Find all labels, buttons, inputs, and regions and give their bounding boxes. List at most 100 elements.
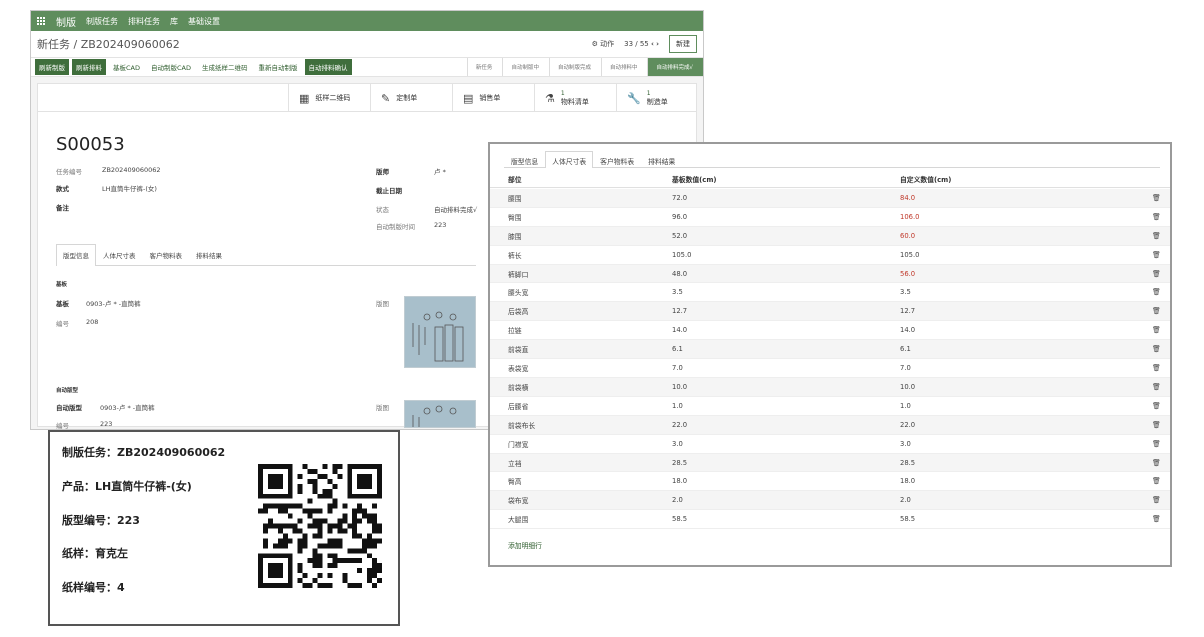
nav-library[interactable]: 库: [170, 16, 178, 27]
sales-order-button[interactable]: ▤ 销售单: [452, 84, 534, 112]
table-row[interactable]: 臀高 18.0 18.0 🗑: [490, 473, 1170, 492]
custom-value-cell[interactable]: 12.7: [900, 307, 915, 315]
tab-body-size[interactable]: 人体尺寸表: [96, 244, 143, 265]
custom-value-cell[interactable]: 58.5: [900, 515, 915, 523]
base-pattern-image[interactable]: [404, 296, 476, 368]
table-row[interactable]: 拉链 14.0 14.0 🗑: [490, 321, 1170, 341]
trash-icon[interactable]: 🗑: [1152, 459, 1161, 467]
table-row[interactable]: 膝围 52.0 60.0 🗑: [490, 226, 1170, 246]
custom-value-cell[interactable]: 1.0: [900, 402, 911, 410]
custom-value-cell[interactable]: 56.0: [900, 270, 915, 278]
trash-icon[interactable]: 🗑: [1152, 496, 1161, 504]
table-row[interactable]: 后腰省 1.0 1.0 🗑: [490, 397, 1170, 416]
custom-value-cell[interactable]: 84.0: [900, 194, 915, 202]
confirm-layout-button[interactable]: 自动排料确认: [304, 59, 352, 75]
custom-value-cell[interactable]: 60.0: [900, 232, 915, 240]
table-row[interactable]: 立裆 28.5 28.5 🗑: [490, 453, 1170, 473]
custom-value-cell[interactable]: 7.0: [900, 364, 911, 372]
custom-order-button[interactable]: ✎ 定制单: [370, 84, 452, 112]
table-row[interactable]: 腰头宽 3.5 3.5 🗑: [490, 284, 1170, 303]
base-cad-button[interactable]: 基板CAD: [109, 59, 144, 75]
custom-value-cell[interactable]: 106.0: [900, 213, 919, 221]
generate-qr-button[interactable]: 生成纸样二维码: [198, 59, 252, 75]
trash-icon[interactable]: 🗑: [1152, 515, 1161, 523]
breadcrumb[interactable]: 新任务 / ZB202409060062: [37, 36, 180, 52]
base-value[interactable]: 0903-卢 * -直筒裤: [86, 298, 141, 308]
nav-plate-tasks[interactable]: 制版任务: [86, 16, 118, 27]
trash-icon[interactable]: 🗑: [1152, 288, 1161, 296]
trash-icon[interactable]: 🗑: [1152, 364, 1161, 372]
trash-icon[interactable]: 🗑: [1152, 345, 1161, 353]
trash-icon[interactable]: 🗑: [1152, 307, 1161, 315]
table-row[interactable]: 门襟宽 3.0 3.0 🗑: [490, 435, 1170, 454]
table-row[interactable]: 前袋布长 22.0 22.0 🗑: [490, 415, 1170, 435]
col-base[interactable]: 基板数值(cm): [672, 174, 717, 184]
custom-value-cell[interactable]: 3.5: [900, 288, 911, 296]
trash-icon[interactable]: 🗑: [1152, 326, 1161, 334]
table-row[interactable]: 裤脚口 48.0 56.0 🗑: [490, 264, 1170, 284]
table-row[interactable]: 裤长 105.0 105.0 🗑: [490, 246, 1170, 265]
nav-layout-tasks[interactable]: 排料任务: [128, 16, 160, 27]
next-icon[interactable]: ›: [656, 40, 659, 48]
refresh-layout-button[interactable]: 刷新排料: [72, 59, 106, 75]
tab-layout-result[interactable]: 排料结果: [641, 151, 682, 167]
trash-icon[interactable]: 🗑: [1152, 440, 1161, 448]
auto-cad-button[interactable]: 自动制版CAD: [147, 59, 195, 75]
custom-value-cell[interactable]: 18.0: [900, 477, 915, 485]
version-value[interactable]: 卢 *: [434, 166, 446, 176]
table-row[interactable]: 前袋直 6.1 6.1 🗑: [490, 340, 1170, 360]
new-button[interactable]: 新建: [669, 35, 697, 53]
custom-value-cell[interactable]: 3.0: [900, 440, 911, 448]
stage-new[interactable]: 新任务: [466, 58, 503, 76]
trash-icon[interactable]: 🗑: [1152, 194, 1161, 202]
materials-button[interactable]: ⚗ 1 物料清单: [534, 84, 616, 112]
trash-icon[interactable]: 🗑: [1152, 402, 1161, 410]
col-part[interactable]: 部位: [508, 174, 522, 184]
custom-value-cell[interactable]: 22.0: [900, 421, 915, 429]
trash-icon[interactable]: 🗑: [1152, 213, 1161, 221]
tab-pattern-info[interactable]: 版型信息: [504, 151, 545, 167]
stage-auto-plated[interactable]: 自动制版完成: [548, 58, 601, 76]
stage-auto-layout[interactable]: 自动排料中: [600, 58, 648, 76]
table-row[interactable]: 臀围 96.0 106.0 🗑: [490, 208, 1170, 227]
custom-value-cell[interactable]: 28.5: [900, 459, 915, 467]
redo-auto-plate-button[interactable]: 重新自动制版: [255, 59, 302, 75]
stage-auto-plating[interactable]: 自动制版中: [502, 58, 549, 76]
manufacturing-order-button[interactable]: 🔧 1 制造单: [616, 84, 698, 112]
refresh-plate-button[interactable]: 刷新制版: [35, 59, 69, 75]
table-row[interactable]: 袋布宽 2.0 2.0 🗑: [490, 491, 1170, 511]
stage-layout-done[interactable]: 自动排料完成√: [647, 58, 703, 76]
table-row[interactable]: 腰围 72.0 84.0 🗑: [490, 189, 1170, 208]
nav-settings[interactable]: 基础设置: [188, 16, 220, 27]
app-brand[interactable]: 制版: [56, 14, 76, 29]
actions-menu[interactable]: ⚙ 动作: [592, 39, 615, 49]
prev-icon[interactable]: ‹: [651, 40, 654, 48]
auto-pattern-value[interactable]: 0903-卢 * -直筒裤: [100, 402, 155, 412]
custom-value-cell[interactable]: 10.0: [900, 383, 915, 391]
table-row[interactable]: 前袋横 10.0 10.0 🗑: [490, 378, 1170, 397]
tab-customer-materials[interactable]: 客户物料表: [593, 151, 641, 167]
table-row[interactable]: 表袋宽 7.0 7.0 🗑: [490, 359, 1170, 378]
auto-pattern-image[interactable]: [404, 400, 476, 428]
trash-icon[interactable]: 🗑: [1152, 383, 1161, 391]
custom-value-cell[interactable]: 6.1: [900, 345, 911, 353]
table-row[interactable]: 后袋高 12.7 12.7 🗑: [490, 302, 1170, 322]
trash-icon[interactable]: 🗑: [1152, 232, 1161, 240]
add-row-link[interactable]: 添加明细行: [508, 540, 542, 550]
qr-smart-button[interactable]: ▦ 纸样二维码: [288, 84, 370, 112]
custom-value-cell[interactable]: 14.0: [900, 326, 915, 334]
trash-icon[interactable]: 🗑: [1152, 421, 1161, 429]
style-value[interactable]: LH直筒牛仔裤-(女): [102, 183, 157, 193]
col-custom[interactable]: 自定义数值(cm): [900, 174, 951, 184]
apps-grid-icon[interactable]: [37, 16, 46, 26]
trash-icon[interactable]: 🗑: [1152, 270, 1161, 278]
custom-value-cell[interactable]: 2.0: [900, 496, 911, 504]
tab-pattern-info[interactable]: 版型信息: [56, 244, 96, 266]
tab-layout-result[interactable]: 排料结果: [189, 244, 229, 265]
trash-icon[interactable]: 🗑: [1152, 477, 1161, 485]
custom-value-cell[interactable]: 105.0: [900, 251, 919, 259]
table-row[interactable]: 大腿围 58.5 58.5 🗑: [490, 510, 1170, 530]
trash-icon[interactable]: 🗑: [1152, 251, 1161, 259]
tab-customer-materials[interactable]: 客户物料表: [143, 244, 190, 265]
tab-body-size[interactable]: 人体尺寸表: [545, 151, 594, 168]
